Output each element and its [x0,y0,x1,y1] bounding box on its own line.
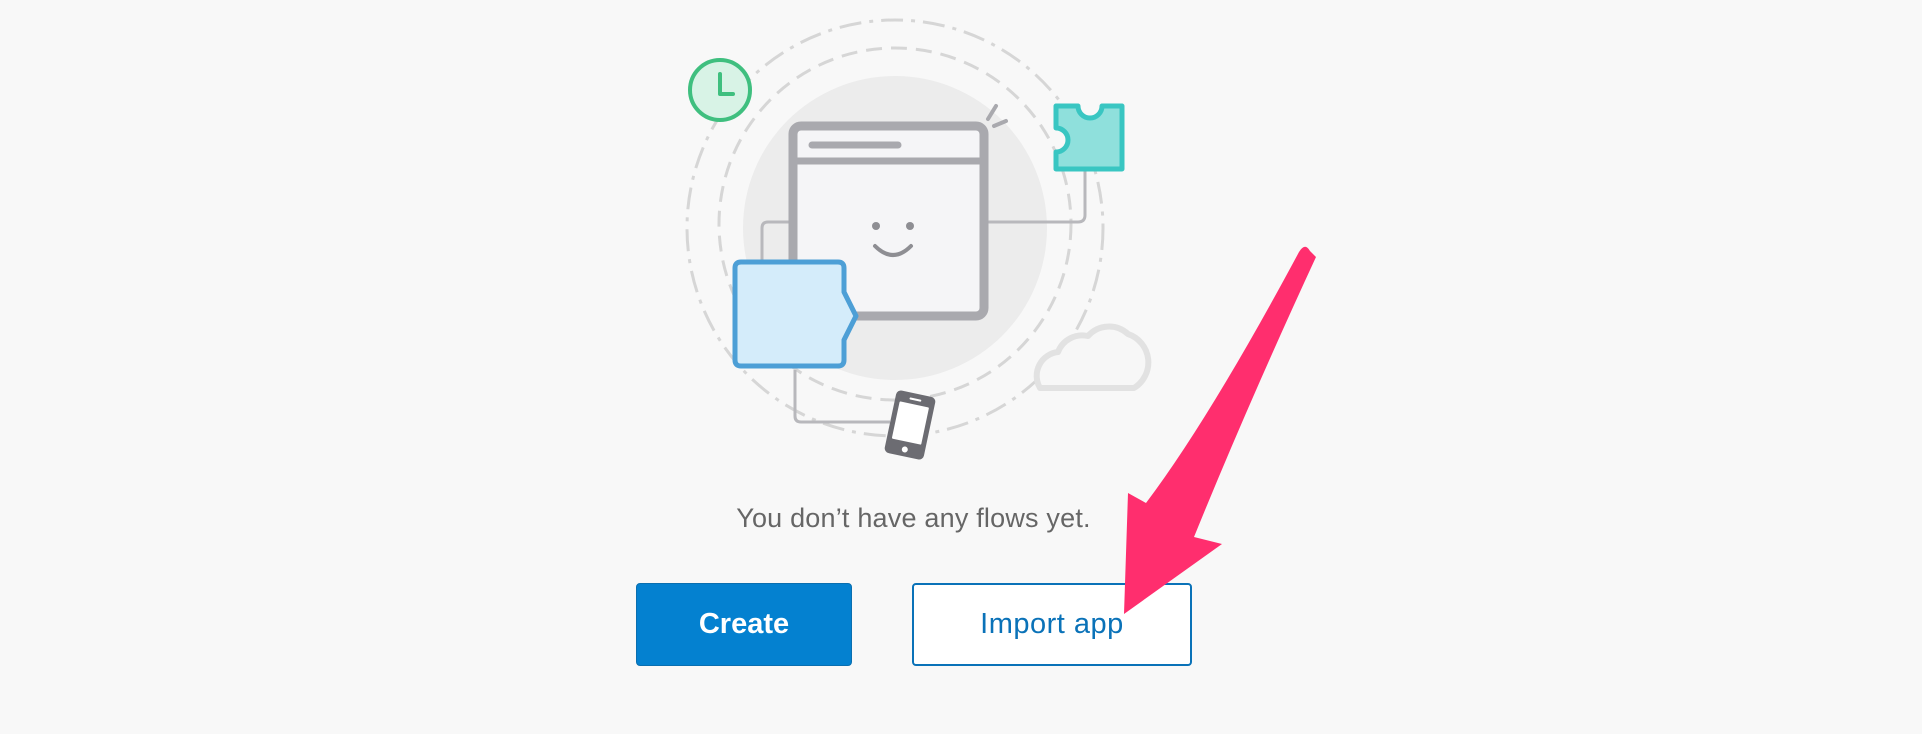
folder-icon [732,259,859,369]
cloud-icon [1033,323,1152,391]
puzzle-piece-icon [1053,103,1125,172]
import-app-button[interactable]: Import app [912,583,1192,666]
clock-icon [688,58,752,122]
empty-state-message: You don’t have any flows yet. [736,503,1091,533]
create-button[interactable]: Create [636,583,852,666]
